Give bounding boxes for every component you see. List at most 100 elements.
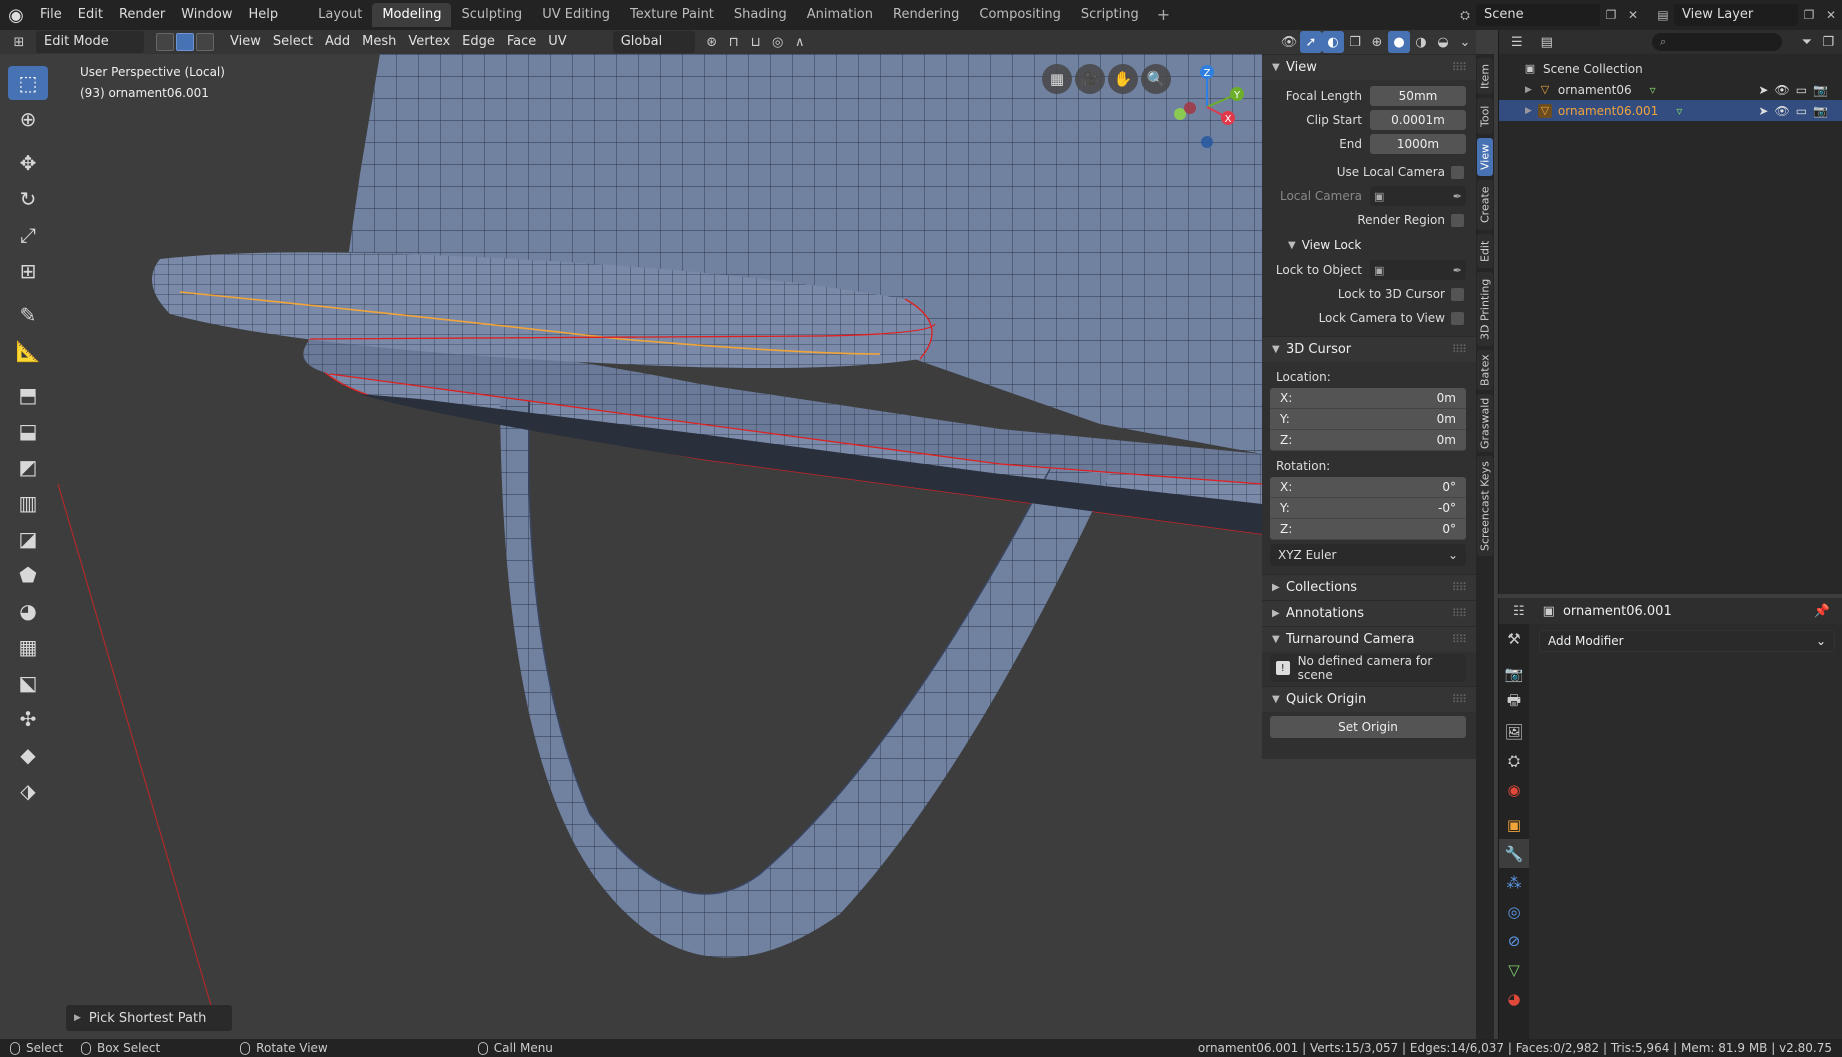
rip-tool-icon[interactable]: ⬗ [8, 774, 48, 808]
side-tab-screencast-keys[interactable]: Screencast Keys [1477, 456, 1493, 556]
measure-tool-icon[interactable]: 📐 [8, 334, 48, 368]
3d-viewport[interactable]: User Perspective (Local) (93) ornament06… [0, 54, 1262, 1039]
menu-file[interactable]: File [32, 0, 70, 30]
outliner-search-input[interactable]: ⌕ [1652, 33, 1782, 51]
drag-grip-icon[interactable]: ⠿⠿ [1452, 61, 1467, 74]
visibility-icon[interactable]: 👁 [1278, 31, 1300, 53]
data-icon[interactable]: ▽ [1499, 955, 1529, 984]
lock-to-3d-cursor-checkbox[interactable] [1451, 287, 1464, 301]
shrink-fatten-tool-icon[interactable]: ✣ [8, 702, 48, 736]
header-menu-select[interactable]: Select [267, 31, 319, 53]
render-icon[interactable]: 📷 [1499, 659, 1529, 688]
xray-icon[interactable]: ❐ [1344, 31, 1366, 53]
pin-icon[interactable]: 📌 [1814, 604, 1830, 619]
drag-grip-icon[interactable]: ⠿⠿ [1452, 693, 1467, 706]
cursor-location-z-field[interactable]: Z: 0m [1270, 430, 1466, 451]
vertex-select-icon[interactable] [156, 33, 174, 51]
cursor-location-x-field[interactable]: X: 0m [1270, 388, 1466, 409]
eye-icon[interactable]: 👁 [1774, 83, 1789, 97]
poly-build-tool-icon[interactable]: ⬟ [8, 558, 48, 592]
tab-uv-editing[interactable]: UV Editing [532, 3, 620, 27]
particles-icon[interactable]: ⁂ [1499, 868, 1529, 897]
mesh-render[interactable] [0, 54, 1262, 1039]
menu-edit[interactable]: Edit [70, 0, 111, 30]
solid-shading-icon[interactable]: ● [1388, 31, 1410, 53]
clip-start-field[interactable]: 0.0001m [1370, 110, 1466, 130]
face-select-icon[interactable] [196, 33, 214, 51]
pan-view-icon[interactable]: ✋ [1108, 64, 1138, 94]
view-layer-field[interactable]: View Layer [1674, 4, 1798, 26]
mode-dropdown[interactable]: Edit Mode [36, 31, 144, 53]
tab-rendering[interactable]: Rendering [883, 3, 969, 27]
overlay-toggle-icon[interactable]: ◐ [1322, 31, 1344, 53]
header-menu-uv[interactable]: UV [542, 31, 572, 53]
panel-collections-header[interactable]: ▶ Collections ⠿⠿ [1262, 574, 1476, 600]
transform-orientation-dropdown[interactable]: Global [612, 31, 695, 53]
proportional-edit-icon[interactable]: ◎ [767, 31, 789, 53]
set-origin-button[interactable]: Set Origin [1270, 716, 1466, 738]
scale-tool-icon[interactable]: ⤢ [8, 218, 48, 252]
pivot-point-icon[interactable]: ⊛ [701, 31, 723, 53]
header-menu-vertex[interactable]: Vertex [402, 31, 456, 53]
eye-icon[interactable]: 👁 [1774, 104, 1789, 118]
rotation-mode-dropdown[interactable]: XYZ Euler ⌄ [1270, 544, 1466, 566]
new-collection-icon[interactable]: ❐ [1822, 35, 1834, 50]
side-tab-graswald[interactable]: Graswald [1477, 394, 1493, 452]
tab-scripting[interactable]: Scripting [1071, 3, 1149, 27]
outliner-item-ornament06[interactable]: ▶ ▽ ornament06 ▿ ➤ 👁 ▭ 📷 [1499, 79, 1842, 100]
tab-sculpting[interactable]: Sculpting [451, 3, 532, 27]
cursor-rotation-z-field[interactable]: Z: 0° [1270, 519, 1466, 540]
drag-grip-icon[interactable]: ⠿⠿ [1452, 343, 1467, 356]
viewport-disable-icon[interactable]: ▭ [1796, 104, 1807, 118]
outliner-item-ornament06-001[interactable]: ▶ ▽ ornament06.001 ▿ ➤ 👁 ▭ 📷 [1499, 100, 1842, 121]
edge-slide-tool-icon[interactable]: ⬕ [8, 666, 48, 700]
cursor-location-y-field[interactable]: Y: 0m [1270, 409, 1466, 430]
shading-options-icon[interactable]: ⌄ [1454, 31, 1476, 53]
mesh-data-icon[interactable]: ▿ [1676, 104, 1682, 118]
side-tab-batex[interactable]: Batex [1477, 350, 1493, 390]
drag-grip-icon[interactable]: ⠿⠿ [1452, 607, 1467, 620]
side-tab-create[interactable]: Create [1477, 180, 1493, 230]
view-layer-icon[interactable]: 🖼 [1499, 717, 1529, 746]
view-lock-subheader[interactable]: ▼ View Lock [1262, 232, 1476, 258]
move-tool-icon[interactable]: ✥ [8, 146, 48, 180]
wireframe-shading-icon[interactable]: ⊕ [1366, 31, 1388, 53]
transform-tool-icon[interactable]: ⊞ [8, 254, 48, 288]
view-layer-icon[interactable]: ▤ [1652, 4, 1674, 26]
render-region-checkbox[interactable] [1451, 213, 1464, 227]
tab-modeling[interactable]: Modeling [372, 3, 452, 27]
cursor-tool-icon[interactable]: ⊕ [8, 102, 48, 136]
drag-grip-icon[interactable]: ⠿⠿ [1452, 581, 1467, 594]
editor-type-icon[interactable]: ☷ [1513, 604, 1525, 619]
lock-to-object-field[interactable]: ▣ ✒ [1370, 260, 1466, 280]
material-shading-icon[interactable]: ◑ [1410, 31, 1432, 53]
gizmo-toggle-icon[interactable]: ➚ [1300, 31, 1322, 53]
drag-grip-icon[interactable]: ⠿⠿ [1452, 633, 1467, 646]
use-local-camera-checkbox[interactable] [1451, 165, 1464, 179]
viewport-disable-icon[interactable]: ▭ [1796, 83, 1807, 97]
outliner-scene-collection[interactable]: ▣ Scene Collection [1499, 58, 1842, 79]
bevel-tool-icon[interactable]: ◩ [8, 450, 48, 484]
editor-type-icon[interactable]: ☰ [1511, 35, 1523, 50]
clip-end-field[interactable]: 1000m [1370, 134, 1466, 154]
tab-shading[interactable]: Shading [724, 3, 797, 27]
focal-length-field[interactable]: 50mm [1370, 86, 1466, 106]
selectable-icon[interactable]: ➤ [1758, 83, 1768, 97]
falloff-icon[interactable]: ∧ [789, 31, 811, 53]
header-menu-mesh[interactable]: Mesh [356, 31, 402, 53]
mesh-data-icon[interactable]: ▿ [1650, 83, 1656, 97]
expand-triangle-icon[interactable]: ▶ [1525, 106, 1532, 116]
add-modifier-dropdown[interactable]: Add Modifier ⌄ [1539, 630, 1835, 652]
world-icon[interactable]: ◉ [1499, 775, 1529, 804]
annotate-tool-icon[interactable]: ✎ [8, 298, 48, 332]
tab-texture-paint[interactable]: Texture Paint [620, 3, 724, 27]
scene-field[interactable]: Scene [1476, 4, 1600, 26]
scene-type-icon[interactable]: ⛭ [1454, 4, 1476, 26]
delete-view-layer-icon[interactable]: ✕ [1820, 4, 1842, 26]
spin-tool-icon[interactable]: ◕ [8, 594, 48, 628]
panel-annotations-header[interactable]: ▶ Annotations ⠿⠿ [1262, 600, 1476, 626]
tool-icon[interactable]: ⚒ [1499, 624, 1529, 653]
material-icon[interactable]: ◕ [1499, 984, 1529, 1013]
camera-view-icon[interactable]: 🎥 [1075, 64, 1105, 94]
loop-cut-tool-icon[interactable]: ▥ [8, 486, 48, 520]
